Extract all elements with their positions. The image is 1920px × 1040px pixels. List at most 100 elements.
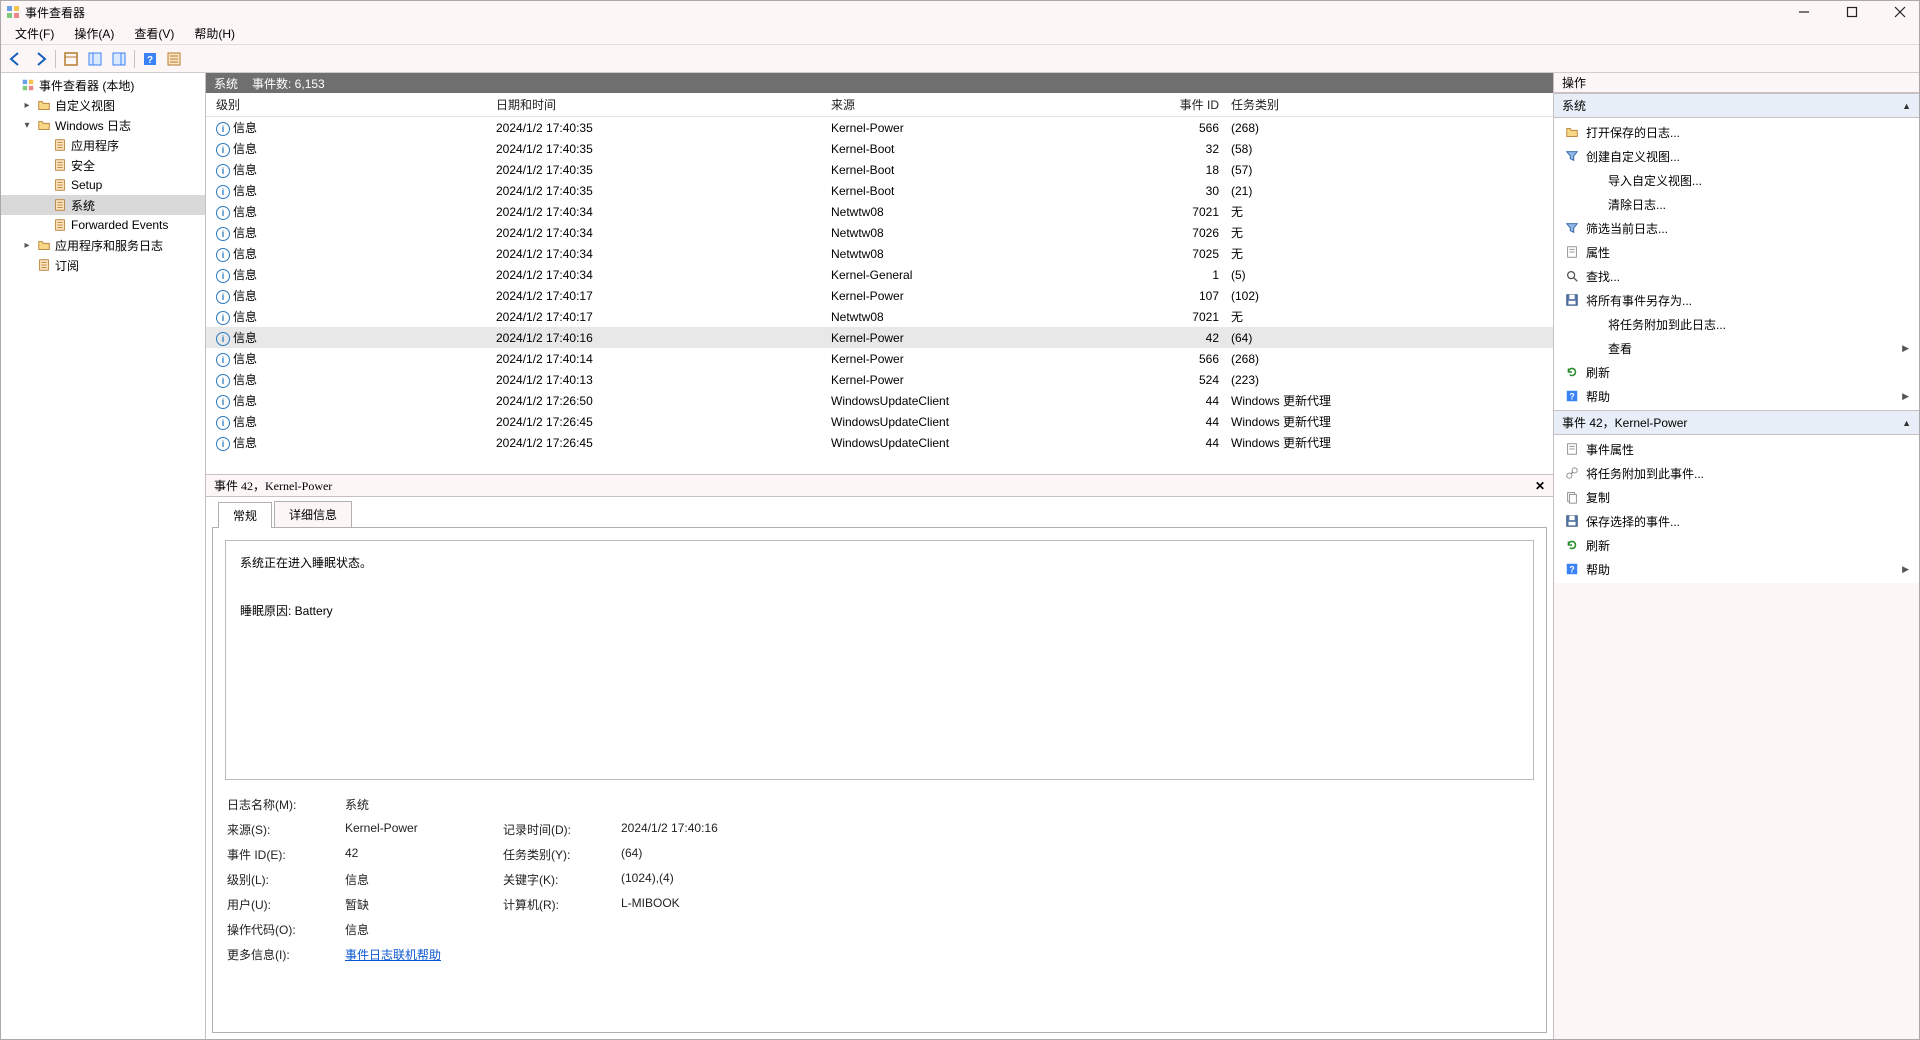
show-hide-action-button[interactable] [60, 48, 82, 70]
event-row[interactable]: i信息2024/1/2 17:40:34Netwtw087026无 [206, 222, 1553, 243]
col-source[interactable]: 来源 [825, 96, 1120, 113]
action-item[interactable]: 创建自定义视图... [1554, 144, 1919, 168]
action-item[interactable]: 筛选当前日志... [1554, 216, 1919, 240]
action-item[interactable]: 查找... [1554, 264, 1919, 288]
menu-item[interactable]: 帮助(H) [184, 23, 245, 44]
panel-button-2[interactable] [108, 48, 130, 70]
tree-item[interactable]: 应用程序 [1, 135, 205, 155]
action-item[interactable]: 事件属性 [1554, 437, 1919, 461]
expander-icon[interactable]: ▸ [21, 240, 33, 251]
event-row[interactable]: i信息2024/1/2 17:26:50WindowsUpdateClient4… [206, 390, 1553, 411]
event-row[interactable]: i信息2024/1/2 17:40:35Kernel-Boot18(57) [206, 159, 1553, 180]
menu-item[interactable]: 操作(A) [64, 23, 124, 44]
expander-icon[interactable]: ▸ [21, 100, 33, 111]
event-row[interactable]: i信息2024/1/2 17:26:45WindowsUpdateClient4… [206, 411, 1553, 432]
menu-item[interactable]: 查看(V) [124, 23, 184, 44]
event-row[interactable]: i信息2024/1/2 17:40:34Kernel-General1(5) [206, 264, 1553, 285]
info-icon: i [216, 143, 230, 157]
cell-level: 信息 [233, 373, 257, 387]
cell-category: (268) [1225, 352, 1553, 366]
tree-item[interactable]: 安全 [1, 155, 205, 175]
forward-button[interactable] [29, 48, 51, 70]
tree-item-icon [52, 217, 68, 233]
action-item[interactable]: ?帮助▶ [1554, 384, 1919, 408]
toolbar-separator [134, 50, 135, 68]
lbl-opcode: 操作代码(O): [227, 921, 337, 938]
actions-section-event[interactable]: 事件 42，Kernel-Power ▲ [1554, 410, 1919, 435]
action-label: 属性 [1586, 244, 1909, 261]
cell-eventid: 107 [1120, 289, 1225, 303]
event-row[interactable]: i信息2024/1/2 17:40:34Netwtw087025无 [206, 243, 1553, 264]
tree-item[interactable]: 系统 [1, 195, 205, 215]
back-button[interactable] [5, 48, 27, 70]
event-row[interactable]: i信息2024/1/2 17:40:13Kernel-Power524(223) [206, 369, 1553, 390]
tree-item[interactable]: 订阅 [1, 255, 205, 275]
val-opcode: 信息 [345, 921, 495, 938]
action-item[interactable]: 复制 [1554, 485, 1919, 509]
tree-root[interactable]: 事件查看器 (本地) [1, 75, 205, 95]
action-item[interactable]: 刷新 [1554, 360, 1919, 384]
tree-item-label: 自定义视图 [55, 97, 115, 114]
val-logname: 系统 [345, 796, 495, 813]
maximize-button[interactable] [1837, 1, 1867, 23]
event-row[interactable]: i信息2024/1/2 17:40:35Kernel-Power566(268) [206, 117, 1553, 138]
list-button[interactable] [163, 48, 185, 70]
tab-details[interactable]: 详细信息 [274, 501, 352, 527]
cell-category: (21) [1225, 184, 1553, 198]
link-online-help[interactable]: 事件日志联机帮助 [345, 948, 441, 962]
event-row[interactable]: i信息2024/1/2 17:40:34Netwtw087021无 [206, 201, 1553, 222]
expander-icon[interactable]: ▾ [21, 120, 33, 131]
toolbar-separator [55, 50, 56, 68]
open-icon [1564, 124, 1580, 140]
event-row[interactable]: i信息2024/1/2 17:40:14Kernel-Power566(268) [206, 348, 1553, 369]
cell-datetime: 2024/1/2 17:40:17 [490, 289, 825, 303]
action-item[interactable]: 打开保存的日志... [1554, 120, 1919, 144]
minimize-button[interactable] [1789, 1, 1819, 23]
tree-item[interactable]: Setup [1, 175, 205, 195]
tree-item[interactable]: Forwarded Events [1, 215, 205, 235]
action-item[interactable]: 查看▶ [1554, 336, 1919, 360]
menu-item[interactable]: 文件(F) [5, 23, 64, 44]
tab-general[interactable]: 常规 [218, 502, 272, 528]
event-row[interactable]: i信息2024/1/2 17:40:17Kernel-Power107(102) [206, 285, 1553, 306]
tree-item-label: 订阅 [55, 257, 79, 274]
actions-section-system[interactable]: 系统 ▲ [1554, 93, 1919, 118]
tree-item[interactable]: ▸ 自定义视图 [1, 95, 205, 115]
action-item[interactable]: 清除日志... [1554, 192, 1919, 216]
action-item[interactable]: ?帮助▶ [1554, 557, 1919, 581]
cell-datetime: 2024/1/2 17:26:50 [490, 394, 825, 408]
col-category[interactable]: 任务类别 [1225, 96, 1553, 113]
cell-eventid: 42 [1120, 331, 1225, 345]
action-item[interactable]: 保存选择的事件... [1554, 509, 1919, 533]
cell-datetime: 2024/1/2 17:40:34 [490, 247, 825, 261]
nav-tree[interactable]: 事件查看器 (本地) ▸ 自定义视图▾Windows 日志应用程序安全Setup系… [1, 73, 206, 1039]
event-row[interactable]: i信息2024/1/2 17:40:35Kernel-Boot30(21) [206, 180, 1553, 201]
action-item[interactable]: 属性 [1554, 240, 1919, 264]
action-item[interactable]: 将任务附加到此日志... [1554, 312, 1919, 336]
action-item[interactable]: 导入自定义视图... [1554, 168, 1919, 192]
cell-level: 信息 [233, 121, 257, 135]
close-button[interactable] [1885, 1, 1915, 23]
detail-close-button[interactable]: ✕ [1535, 479, 1545, 493]
cell-category: Windows 更新代理 [1225, 413, 1553, 430]
cell-datetime: 2024/1/2 17:26:45 [490, 415, 825, 429]
tree-item[interactable]: ▸应用程序和服务日志 [1, 235, 205, 255]
panel-button-1[interactable] [84, 48, 106, 70]
event-row[interactable]: i信息2024/1/2 17:40:17Netwtw087021无 [206, 306, 1553, 327]
cell-datetime: 2024/1/2 17:40:34 [490, 205, 825, 219]
action-item[interactable]: 将所有事件另存为... [1554, 288, 1919, 312]
cell-eventid: 1 [1120, 268, 1225, 282]
event-row[interactable]: i信息2024/1/2 17:26:45WindowsUpdateClient4… [206, 432, 1553, 453]
col-datetime[interactable]: 日期和时间 [490, 96, 825, 113]
action-item[interactable]: 刷新 [1554, 533, 1919, 557]
cell-level: 信息 [233, 289, 257, 303]
help-button[interactable]: ? [139, 48, 161, 70]
action-item[interactable]: 将任务附加到此事件... [1554, 461, 1919, 485]
tree-item[interactable]: ▾Windows 日志 [1, 115, 205, 135]
event-row[interactable]: i信息2024/1/2 17:40:35Kernel-Boot32(58) [206, 138, 1553, 159]
event-list-header[interactable]: 级别 日期和时间 来源 事件 ID 任务类别 [206, 93, 1553, 117]
col-level[interactable]: 级别 [210, 96, 490, 113]
log-name-label: 系统 [214, 75, 238, 92]
event-row[interactable]: i信息2024/1/2 17:40:16Kernel-Power42(64) [206, 327, 1553, 348]
col-eventid[interactable]: 事件 ID [1120, 96, 1225, 113]
